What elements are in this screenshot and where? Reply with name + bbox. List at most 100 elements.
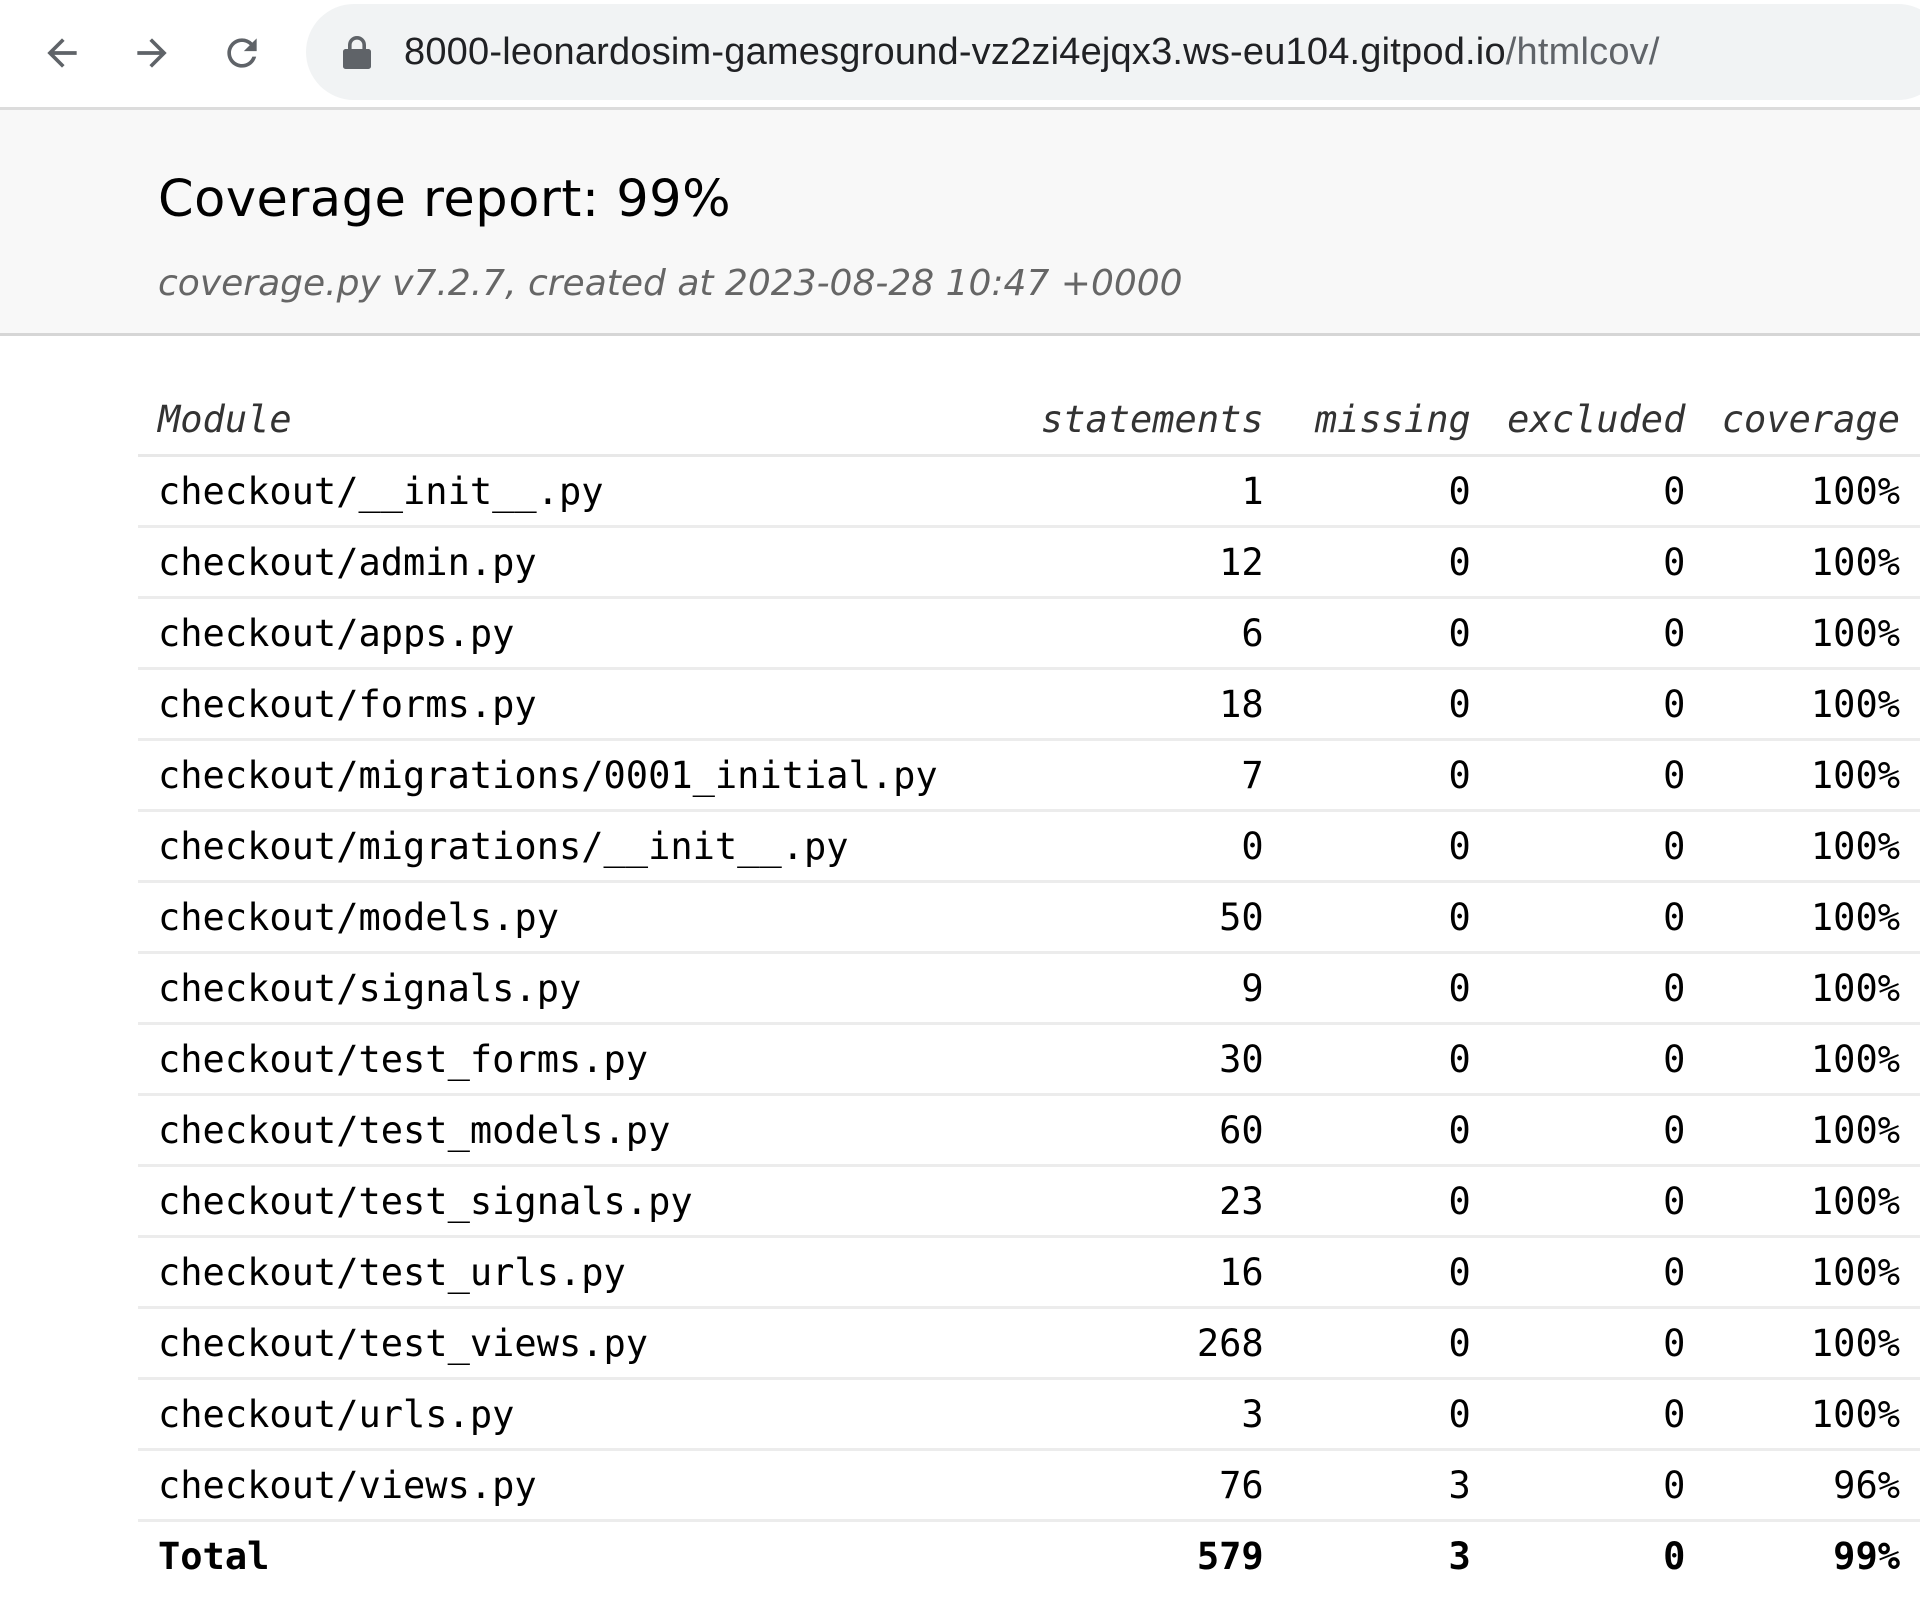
table-row: checkout/apps.py 6 0 0 100%	[138, 597, 1920, 670]
module-link[interactable]: checkout/test_signals.py	[158, 1180, 693, 1223]
table-row: checkout/models.py 50 0 0 100%	[138, 881, 1920, 954]
column-header-excluded[interactable]: excluded	[1470, 384, 1686, 457]
forward-button[interactable]	[127, 28, 177, 78]
total-excluded: 0	[1663, 1534, 1686, 1578]
coverage-cell: 100%	[1685, 1165, 1920, 1238]
module-link[interactable]: checkout/migrations/0001_initial.py	[158, 754, 938, 797]
table-row: checkout/test_models.py 60 0 0 100%	[138, 1094, 1920, 1167]
column-header-module[interactable]: Module	[138, 384, 958, 457]
missing-cell: 0	[1263, 1236, 1471, 1309]
coverage-cell: 96%	[1685, 1449, 1920, 1522]
total-label: Total	[158, 1534, 270, 1578]
excluded-cell: 0	[1470, 952, 1686, 1025]
missing-cell: 0	[1263, 668, 1471, 741]
missing-cell: 0	[1263, 1307, 1471, 1380]
excluded-cell: 0	[1470, 526, 1686, 599]
excluded-cell: 0	[1470, 810, 1686, 883]
statements-cell: 18	[957, 668, 1264, 741]
module-link[interactable]: checkout/migrations/__init__.py	[158, 825, 849, 868]
module-name: checkout/forms.py	[138, 668, 958, 741]
excluded-cell: 0	[1470, 1236, 1686, 1309]
coverage-table: Module statements missing excluded cover…	[138, 384, 1920, 1590]
missing-cell: 0	[1263, 526, 1471, 599]
excluded-cell: 0	[1470, 1378, 1686, 1451]
coverage-cell: 100%	[1685, 1094, 1920, 1167]
missing-cell: 0	[1263, 810, 1471, 883]
statements-cell: 16	[957, 1236, 1264, 1309]
excluded-cell: 0	[1470, 1307, 1686, 1380]
module-link[interactable]: checkout/test_views.py	[158, 1322, 648, 1365]
module-link[interactable]: checkout/urls.py	[158, 1393, 514, 1436]
module-name: checkout/test_models.py	[138, 1094, 958, 1167]
module-link[interactable]: checkout/models.py	[158, 896, 559, 939]
reload-button[interactable]	[217, 28, 267, 78]
url-path: /htmlcov/	[1505, 30, 1660, 73]
statements-cell: 60	[957, 1094, 1264, 1167]
module-link[interactable]: checkout/test_urls.py	[158, 1251, 626, 1294]
table-row: checkout/views.py 76 3 0 96%	[138, 1449, 1920, 1522]
module-link[interactable]: checkout/test_forms.py	[158, 1038, 648, 1081]
module-link[interactable]: checkout/apps.py	[158, 612, 514, 655]
total-statements: 579	[1196, 1534, 1264, 1578]
statements-cell: 76	[957, 1449, 1264, 1522]
total-missing: 3	[1448, 1534, 1471, 1578]
module-link[interactable]: checkout/test_models.py	[158, 1109, 670, 1152]
table-row: checkout/migrations/__init__.py 0 0 0 100%	[138, 810, 1920, 883]
module-name: checkout/models.py	[138, 881, 958, 954]
statements-cell: 1	[957, 455, 1264, 528]
missing-cell: 0	[1263, 1165, 1471, 1238]
missing-cell: 3	[1263, 1449, 1471, 1522]
excluded-cell: 0	[1470, 739, 1686, 812]
table-header-row: Module statements missing excluded cover…	[138, 384, 1920, 457]
coverage-cell: 100%	[1685, 739, 1920, 812]
column-header-coverage[interactable]: coverage	[1685, 384, 1920, 457]
module-link[interactable]: checkout/forms.py	[158, 683, 537, 726]
module-link[interactable]: checkout/views.py	[158, 1464, 537, 1507]
missing-cell: 0	[1263, 455, 1471, 528]
url-host: 8000-leonardosim-gamesground-vz2zi4ejqx3…	[404, 30, 1506, 73]
table-row: checkout/test_forms.py 30 0 0 100%	[138, 1023, 1920, 1096]
coverage-table-container: Module statements missing excluded cover…	[0, 336, 1920, 1590]
module-link[interactable]: checkout/__init__.py	[158, 470, 604, 513]
back-button[interactable]	[37, 28, 87, 78]
module-name: checkout/signals.py	[138, 952, 958, 1025]
url-text: 8000-leonardosim-gamesground-vz2zi4ejqx3…	[404, 31, 1660, 74]
table-row: checkout/signals.py 9 0 0 100%	[138, 952, 1920, 1025]
statements-cell: 3	[957, 1378, 1264, 1451]
column-header-statements[interactable]: statements	[957, 384, 1264, 457]
module-name: checkout/migrations/__init__.py	[138, 810, 958, 883]
page-title: Coverage report: 99%	[158, 170, 732, 229]
missing-cell: 0	[1263, 739, 1471, 812]
reload-icon	[227, 38, 257, 68]
statements-cell: 23	[957, 1165, 1264, 1238]
statements-cell: 0	[957, 810, 1264, 883]
lock-icon[interactable]	[342, 35, 372, 69]
module-name: checkout/test_urls.py	[138, 1236, 958, 1309]
table-row: checkout/migrations/0001_initial.py 7 0 0 10…	[138, 739, 1920, 812]
browser-toolbar: 8000-leonardosim-gamesground-vz2zi4ejqx3…	[0, 0, 1920, 110]
excluded-cell: 0	[1470, 1449, 1686, 1522]
table-row: checkout/test_urls.py 16 0 0 100%	[138, 1236, 1920, 1309]
coverage-cell: 100%	[1685, 1307, 1920, 1380]
table-row: checkout/test_signals.py 23 0 0 100%	[138, 1165, 1920, 1238]
module-name: checkout/views.py	[138, 1449, 958, 1522]
statements-cell: 268	[957, 1307, 1264, 1380]
table-row: checkout/__init__.py 1 0 0 100%	[138, 455, 1920, 528]
module-link[interactable]: checkout/admin.py	[158, 541, 537, 584]
missing-cell: 0	[1263, 597, 1471, 670]
total-row: Total 579 3 0 99%	[138, 1521, 1920, 1591]
missing-cell: 0	[1263, 952, 1471, 1025]
address-bar[interactable]: 8000-leonardosim-gamesground-vz2zi4ejqx3…	[306, 4, 1920, 100]
missing-cell: 0	[1263, 881, 1471, 954]
module-name: checkout/apps.py	[138, 597, 958, 670]
column-header-missing[interactable]: missing	[1263, 384, 1471, 457]
module-name: checkout/admin.py	[138, 526, 958, 599]
statements-cell: 6	[957, 597, 1264, 670]
table-row: checkout/urls.py 3 0 0 100%	[138, 1378, 1920, 1451]
total-coverage: 99%	[1833, 1534, 1900, 1578]
statements-cell: 30	[957, 1023, 1264, 1096]
module-name: checkout/test_signals.py	[138, 1165, 958, 1238]
module-link[interactable]: checkout/signals.py	[158, 967, 581, 1010]
coverage-cell: 100%	[1685, 1236, 1920, 1309]
module-name: checkout/test_views.py	[138, 1307, 958, 1380]
